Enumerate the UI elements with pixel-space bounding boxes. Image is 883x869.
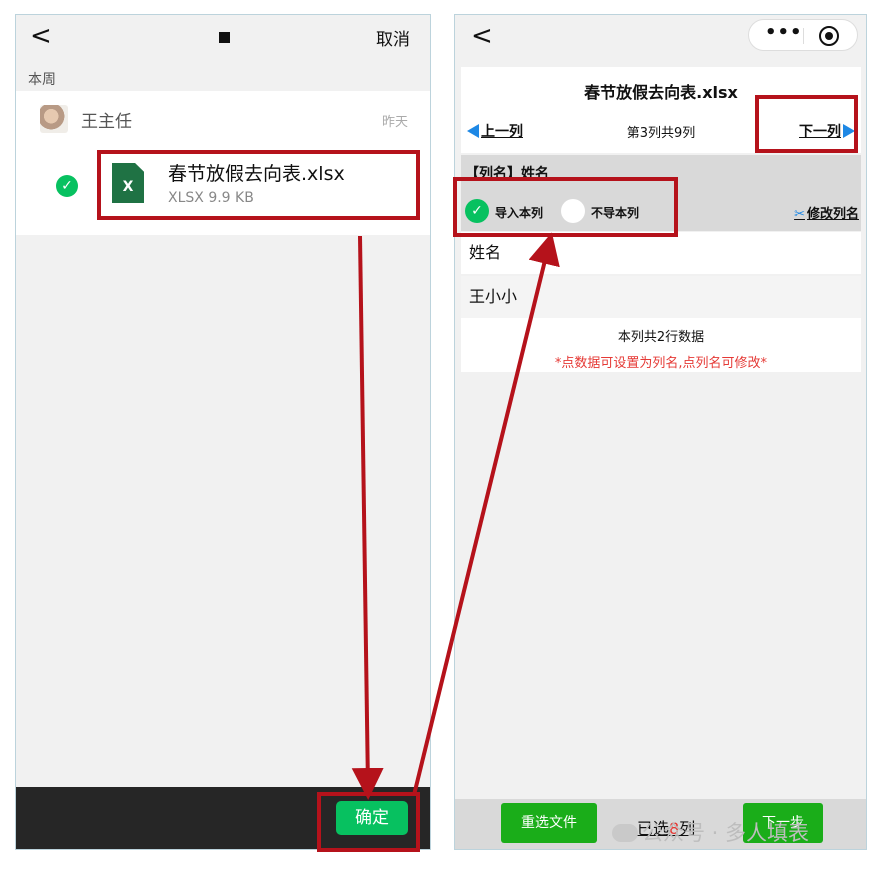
watermark: 公众号 · 多人填表 [612, 817, 809, 847]
arrow-up [412, 232, 560, 796]
watermark-text: 公众号 · 多人填表 [642, 821, 810, 845]
wechat-icon [612, 824, 638, 842]
arrow-down [351, 235, 384, 800]
annotation-arrows [351, 232, 560, 800]
